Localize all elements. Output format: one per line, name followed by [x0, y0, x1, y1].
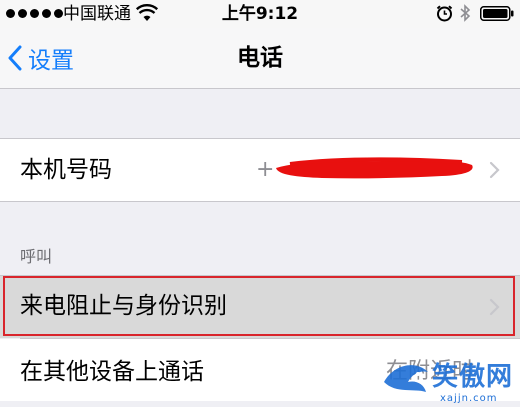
page-title: 电话 — [237, 45, 283, 71]
watermark-text: 笑傲网 — [432, 362, 514, 392]
other-devices-label: 在其他设备上通话 — [20, 359, 204, 385]
navigation-bar: 设置 电话 — [0, 28, 520, 89]
alarm-icon — [436, 5, 453, 22]
divider — [0, 201, 520, 202]
my-number-label: 本机号码 — [20, 157, 112, 183]
status-bar: 中国联通 上午9:12 — [0, 0, 520, 28]
battery-icon — [480, 6, 514, 21]
my-number-cell[interactable]: 本机号码 + — [0, 139, 520, 201]
redaction-mark — [276, 157, 473, 179]
highlight-box — [3, 276, 515, 336]
watermark-url: xajjn.com — [440, 393, 498, 404]
bluetooth-icon — [460, 4, 471, 22]
section-header-calls: 呼叫 — [20, 247, 53, 266]
chevron-right-icon — [489, 161, 500, 179]
